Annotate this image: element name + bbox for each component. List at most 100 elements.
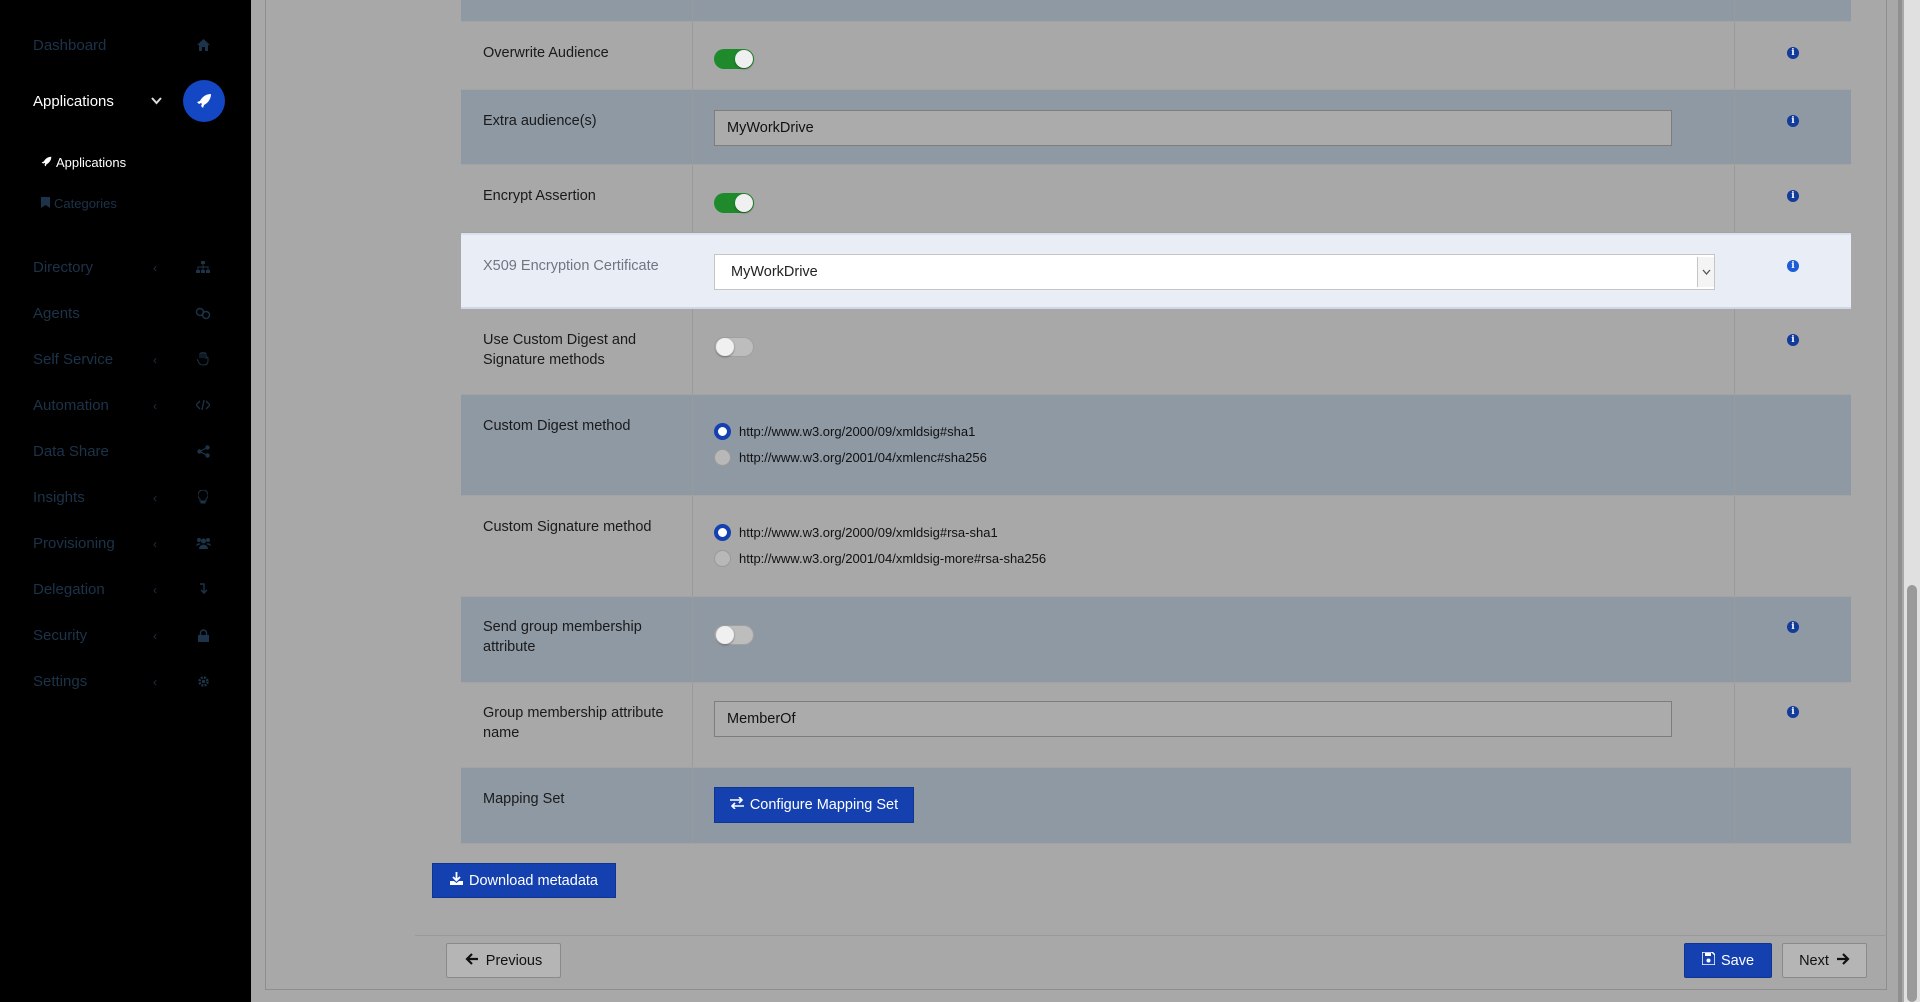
button-label: Configure Mapping Set <box>749 797 899 813</box>
sidebar-item-delegation[interactable]: Delegation ‹ <box>33 574 233 604</box>
sidebar-item-label: Automation <box>33 396 109 414</box>
users-icon <box>195 535 211 551</box>
chevron-left-icon: ‹ <box>153 629 157 643</box>
configure-mapping-set-button[interactable]: Configure Mapping Set <box>714 787 914 823</box>
home-icon <box>195 37 211 53</box>
sidebar-item-agents[interactable]: Agents <box>33 298 233 328</box>
send-group-membership-toggle[interactable] <box>714 625 754 645</box>
download-metadata-button[interactable]: Download metadata <box>432 863 616 898</box>
radio-button[interactable] <box>714 524 731 541</box>
sidebar-subitem-label: Categories <box>54 196 117 211</box>
row-group-membership-attribute-name: Group membership attribute name MemberOf… <box>461 683 1851 768</box>
previous-button[interactable]: Previous <box>446 943 561 978</box>
row-custom-signature-method: Custom Signature method http://www.w3.or… <box>461 496 1851 597</box>
vertical-scrollbar[interactable] <box>1904 0 1920 1002</box>
sidebar-item-dashboard[interactable]: Dashboard <box>33 30 233 60</box>
hand-icon <box>195 351 211 367</box>
overwrite-audience-toggle[interactable] <box>714 49 754 69</box>
row-extra-audiences: Extra audience(s) MyWorkDrive i <box>461 90 1851 165</box>
sidebar-subitem-applications[interactable]: Applications <box>41 155 126 170</box>
row-encrypt-assertion: Encrypt Assertion i <box>461 165 1851 233</box>
digest-option-sha1[interactable]: http://www.w3.org/2000/09/xmldsig#sha1 <box>714 423 975 440</box>
info-icon[interactable]: i <box>1787 190 1799 202</box>
sidebar-item-label: Security <box>33 626 88 644</box>
x509-certificate-select[interactable]: MyWorkDrive <box>714 254 1715 290</box>
chevron-left-icon: ‹ <box>153 399 157 413</box>
row-send-group-membership: Send group membership attribute i <box>461 597 1851 683</box>
field-label: Custom Signature method <box>483 519 652 535</box>
chevron-left-icon: ‹ <box>153 675 157 689</box>
table-row <box>461 0 1851 22</box>
signature-option-rsa-sha1[interactable]: http://www.w3.org/2000/09/xmldsig#rsa-sh… <box>714 524 998 541</box>
radio-button[interactable] <box>714 423 731 440</box>
info-icon[interactable]: i <box>1787 334 1799 346</box>
field-label: Group membership attribute name <box>483 705 664 741</box>
sidebar-item-automation[interactable]: Automation ‹ <box>33 390 233 420</box>
radio-button[interactable] <box>714 550 731 567</box>
delegation-icon <box>195 581 211 597</box>
sidebar-subitem-categories[interactable]: Categories <box>41 196 117 211</box>
gear-icon <box>195 673 211 689</box>
sidebar-item-label: Provisioning <box>33 534 115 552</box>
chevron-left-icon: ‹ <box>153 537 157 551</box>
chevron-down-icon <box>151 94 162 108</box>
sidebar-item-insights[interactable]: Insights ‹ <box>33 482 233 512</box>
lightbulb-icon <box>195 489 211 505</box>
sidebar-subitem-label: Applications <box>56 155 127 170</box>
group-membership-attribute-input[interactable]: MemberOf <box>714 701 1672 737</box>
info-icon[interactable]: i <box>1787 621 1799 633</box>
field-label: Encrypt Assertion <box>483 188 596 204</box>
sidebar-item-label: Dashboard <box>33 36 107 54</box>
field-label: Use Custom Digest and Signature methods <box>483 332 637 368</box>
field-label: Send group membership attribute <box>483 619 642 655</box>
sidebar-item-directory[interactable]: Directory ‹ <box>33 252 233 282</box>
sidebar-item-label: Applications <box>33 92 114 110</box>
save-button[interactable]: Save <box>1684 943 1772 978</box>
sidebar-item-label: Agents <box>33 304 80 322</box>
custom-digest-toggle[interactable] <box>714 337 754 357</box>
row-mapping-set: Mapping Set Configure Mapping Set <box>461 768 1851 844</box>
digest-option-sha256[interactable]: http://www.w3.org/2001/04/xmlenc#sha256 <box>714 449 987 466</box>
info-icon[interactable]: i <box>1787 47 1799 59</box>
encrypt-assertion-toggle[interactable] <box>714 193 754 213</box>
button-label: Download metadata <box>469 872 598 889</box>
sidebar-item-self-service[interactable]: Self Service ‹ <box>33 344 233 374</box>
footer-divider <box>415 935 1887 936</box>
info-icon[interactable]: i <box>1787 115 1799 127</box>
info-icon[interactable]: i <box>1787 706 1799 718</box>
signature-option-rsa-sha256[interactable]: http://www.w3.org/2001/04/xmldsig-more#r… <box>714 550 1046 567</box>
sidebar-item-label: Self Service <box>33 350 114 368</box>
arrow-right-icon <box>1836 952 1850 969</box>
chevron-left-icon: ‹ <box>153 353 157 367</box>
download-icon <box>450 872 463 889</box>
extra-audiences-input[interactable]: MyWorkDrive <box>714 110 1672 146</box>
radio-label: http://www.w3.org/2000/09/xmldsig#sha1 <box>739 424 976 439</box>
radio-button[interactable] <box>714 449 731 466</box>
info-icon[interactable]: i <box>1787 260 1799 272</box>
row-x509-encryption-certificate: X509 Encryption Certificate MyWorkDrive … <box>461 233 1851 309</box>
button-label: Save <box>1720 952 1755 969</box>
scrollbar-thumb[interactable] <box>1907 585 1917 1002</box>
radio-label: http://www.w3.org/2001/04/xmldsig-more#r… <box>739 551 1047 566</box>
next-button[interactable]: Next <box>1782 943 1867 978</box>
chevron-left-icon: ‹ <box>153 261 157 275</box>
sidebar-item-provisioning[interactable]: Provisioning ‹ <box>33 528 233 558</box>
floppy-disk-icon <box>1701 951 1716 969</box>
field-label: Custom Digest method <box>483 418 631 434</box>
row-use-custom-digest: Use Custom Digest and Signature methods … <box>461 309 1851 395</box>
sidebar-item-applications[interactable]: Applications <box>33 80 233 122</box>
sitemap-icon <box>195 259 211 275</box>
lock-icon <box>195 627 211 643</box>
sidebar-item-label: Delegation <box>33 580 105 598</box>
field-label: X509 Encryption Certificate <box>483 258 659 274</box>
row-custom-digest-method: Custom Digest method http://www.w3.org/2… <box>461 395 1851 496</box>
sidebar-item-security[interactable]: Security ‹ <box>33 620 233 650</box>
scroll-gutter <box>1898 0 1902 1002</box>
exchange-icon <box>729 796 744 813</box>
sidebar-item-data-share[interactable]: Data Share <box>33 436 233 466</box>
field-label: Extra audience(s) <box>483 113 597 129</box>
arrow-left-icon <box>465 952 478 969</box>
radio-label: http://www.w3.org/2001/04/xmlenc#sha256 <box>739 450 987 465</box>
rocket-icon <box>41 155 52 170</box>
sidebar-item-settings[interactable]: Settings ‹ <box>33 666 233 696</box>
